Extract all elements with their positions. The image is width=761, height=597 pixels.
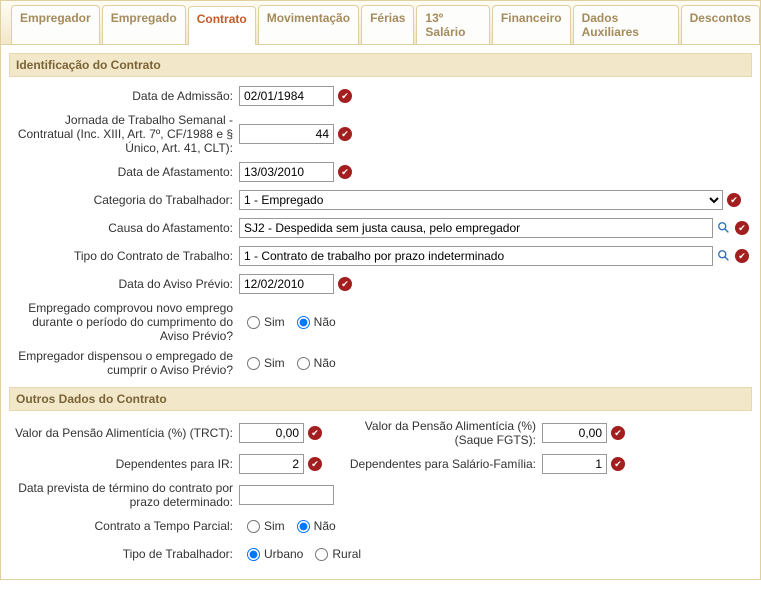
label-data-afastamento: Data de Afastamento:: [9, 165, 239, 179]
input-jornada[interactable]: [239, 124, 334, 144]
input-causa-afastamento[interactable]: [239, 218, 713, 238]
lookup-icon[interactable]: [717, 221, 731, 235]
check-icon: ✔: [735, 221, 749, 235]
check-icon: ✔: [338, 89, 352, 103]
input-data-termino[interactable]: [239, 485, 334, 505]
radio-tempo-parcial-nao[interactable]: Não: [297, 519, 336, 533]
tab-contrato[interactable]: Contrato: [188, 6, 256, 45]
label-pensao-fgts: Valor da Pensão Alimentícia (%) (Saque F…: [342, 419, 542, 447]
radio-comprovou-sim[interactable]: Sim: [247, 315, 285, 329]
lookup-icon[interactable]: [717, 249, 731, 263]
check-icon: ✔: [735, 249, 749, 263]
tab-movimentacao[interactable]: Movimentação: [258, 5, 359, 44]
radio-dispensou-sim[interactable]: Sim: [247, 356, 285, 370]
tab-financeiro[interactable]: Financeiro: [492, 5, 571, 44]
tab-descontos[interactable]: Descontos: [681, 5, 760, 44]
input-data-aviso[interactable]: [239, 274, 334, 294]
check-icon: ✔: [338, 165, 352, 179]
radio-tempo-parcial-sim[interactable]: Sim: [247, 519, 285, 533]
label-data-admissao: Data de Admissão:: [9, 89, 239, 103]
label-dep-ir: Dependentes para IR:: [9, 457, 239, 471]
check-icon: ✔: [338, 277, 352, 291]
check-icon: ✔: [611, 426, 625, 440]
radio-dispensou-nao[interactable]: Não: [297, 356, 336, 370]
radio-group-tempo-parcial: Sim Não: [239, 519, 336, 533]
tab-dados-auxiliares[interactable]: Dados Auxiliares: [573, 5, 679, 44]
label-data-termino: Data prevista de término do contrato por…: [9, 481, 239, 509]
radio-group-comprovou: Sim Não: [239, 315, 336, 329]
label-tempo-parcial: Contrato a Tempo Parcial:: [9, 519, 239, 533]
input-dep-sf[interactable]: [542, 454, 607, 474]
label-dispensou: Empregador dispensou o empregado de cump…: [9, 349, 239, 377]
tab-empregador[interactable]: Empregador: [11, 5, 100, 44]
check-icon: ✔: [308, 426, 322, 440]
label-jornada: Jornada de Trabalho Semanal - Contratual…: [9, 113, 239, 155]
input-dep-ir[interactable]: [239, 454, 304, 474]
input-data-afastamento[interactable]: [239, 162, 334, 182]
tabs-bar: Empregador Empregado Contrato Movimentaç…: [0, 0, 761, 45]
check-icon: ✔: [338, 127, 352, 141]
section-identificacao: Identificação do Contrato: [9, 53, 752, 77]
label-data-aviso: Data do Aviso Prévio:: [9, 277, 239, 291]
check-icon: ✔: [611, 457, 625, 471]
input-pensao-trct[interactable]: [239, 423, 304, 443]
radio-group-tipo-trabalhador: Urbano Rural: [239, 547, 361, 561]
label-comprovou: Empregado comprovou novo emprego durante…: [9, 301, 239, 343]
label-tipo-trabalhador: Tipo de Trabalhador:: [9, 547, 239, 561]
contrato-panel: Identificação do Contrato Data de Admiss…: [0, 45, 761, 580]
tab-salario13[interactable]: 13º Salário: [416, 5, 489, 44]
label-pensao-trct: Valor da Pensão Alimentícia (%) (TRCT):: [9, 426, 239, 440]
radio-urbano[interactable]: Urbano: [247, 547, 303, 561]
radio-comprovou-nao[interactable]: Não: [297, 315, 336, 329]
section-outros: Outros Dados do Contrato: [9, 387, 752, 411]
label-dep-sf: Dependentes para Salário-Família:: [342, 457, 542, 471]
input-pensao-fgts[interactable]: [542, 423, 607, 443]
tab-empregado[interactable]: Empregado: [102, 5, 186, 44]
label-tipo-contrato: Tipo do Contrato de Trabalho:: [9, 249, 239, 263]
label-categoria: Categoria do Trabalhador:: [9, 193, 239, 207]
tab-ferias[interactable]: Férias: [361, 5, 414, 44]
radio-group-dispensou: Sim Não: [239, 356, 336, 370]
radio-rural[interactable]: Rural: [315, 547, 361, 561]
check-icon: ✔: [727, 193, 741, 207]
input-data-admissao[interactable]: [239, 86, 334, 106]
input-tipo-contrato[interactable]: [239, 246, 713, 266]
select-categoria[interactable]: 1 - Empregado: [239, 190, 723, 210]
label-causa-afastamento: Causa do Afastamento:: [9, 221, 239, 235]
check-icon: ✔: [308, 457, 322, 471]
